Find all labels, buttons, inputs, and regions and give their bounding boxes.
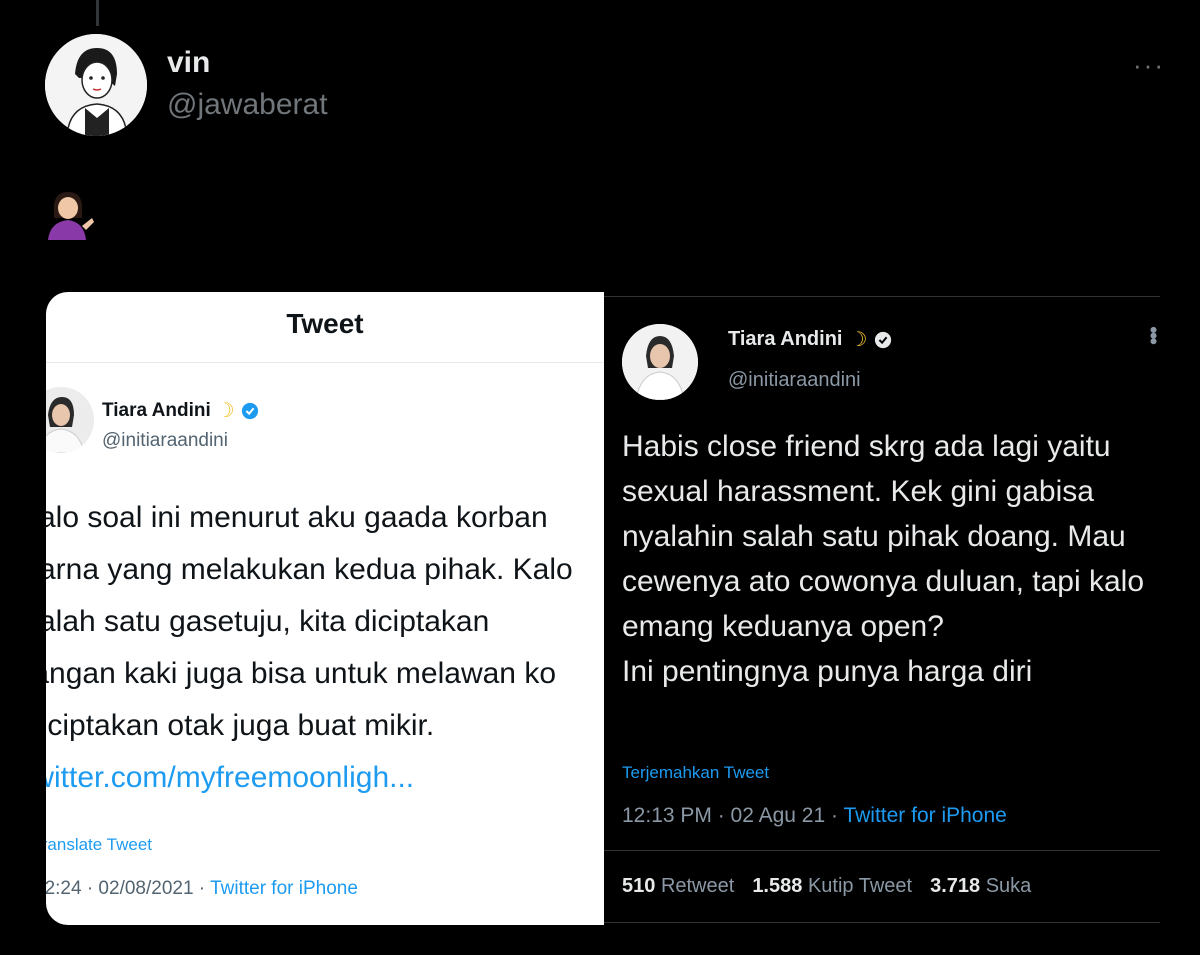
author-handle[interactable]: @jawaberat: [167, 88, 328, 122]
quote-label: Kutip Tweet: [807, 875, 913, 897]
thread-line: [96, 0, 99, 26]
tiara-handle: @initiaraandini: [102, 430, 228, 451]
tweet-body: Habis close friend skrg ada lagi yaitu s…: [622, 424, 1152, 694]
tweet-body-line: kalo soal ini menurut aku gaada korban: [46, 501, 548, 534]
tiara-avatar: [622, 324, 698, 400]
crescent-moon-icon: ☽: [216, 400, 235, 422]
header-divider: [46, 362, 604, 363]
author-avatar[interactable]: [45, 34, 147, 136]
like-stat[interactable]: 3.718 Suka: [930, 875, 1031, 898]
verified-badge-icon: [241, 402, 258, 420]
tweet-body-text-line: Ini pentingnya punya harga diri: [622, 655, 1033, 688]
tweet-body-text: Habis close friend skrg ada lagi yaitu s…: [622, 430, 1145, 643]
tiara-name: Tiara Andini ☽: [728, 328, 892, 351]
tweet-body-line: diciptakan otak juga buat mikir.: [46, 709, 435, 742]
more-options-icon[interactable]: •••: [1140, 326, 1166, 343]
embedded-screenshot-dark[interactable]: Tiara Andini ☽ @initiaraandini ••• Habis…: [604, 296, 1166, 926]
avatar-illustration-icon: [45, 34, 147, 136]
tweet-source-link[interactable]: Twitter for iPhone: [210, 878, 358, 899]
tweet-body-line: karna yang melakukan kedua pihak. Kalo: [46, 553, 573, 586]
like-label: Suka: [985, 875, 1032, 897]
retweet-stat[interactable]: 510 Retweet: [622, 875, 734, 898]
like-count: 3.718: [930, 875, 981, 897]
quote-stat[interactable]: 1.588 Kutip Tweet: [752, 875, 912, 898]
tweet-meta: 12:24 · 02/08/2021 · Twitter for iPhone: [46, 878, 358, 900]
retweet-count: 510: [622, 875, 656, 897]
crescent-moon-icon: ☽: [849, 328, 868, 351]
tweet-timestamp: 12:24 · 02/08/2021 ·: [46, 878, 211, 899]
retweet-label: Retweet: [660, 875, 735, 897]
tweet-link[interactable]: twitter.com/myfreemoonligh...: [46, 752, 604, 804]
tiara-avatar: [46, 387, 94, 453]
top-divider: [604, 296, 1160, 297]
author-name[interactable]: vin: [167, 46, 210, 80]
translate-tweet-link[interactable]: Translate Tweet: [46, 835, 152, 855]
tiara-name-text: Tiara Andini: [728, 328, 843, 350]
more-options-icon[interactable]: ···: [1133, 50, 1165, 81]
tiara-name: Tiara Andini ☽: [102, 400, 259, 422]
embedded-screenshot-light[interactable]: Tweet Tiara Andini ☽ @initiaraandini kal…: [46, 292, 604, 925]
tweet-body-line: salah satu gasetuju, kita diciptakan: [46, 605, 490, 638]
screenshot-header-title: Tweet: [286, 308, 364, 339]
tweet-stats: 510 Retweet 1.588 Kutip Tweet 3.718 Suka: [622, 875, 1031, 898]
bottom-divider: [604, 922, 1160, 923]
tiara-name-text: Tiara Andini: [102, 400, 211, 421]
tweet-body-line: tangan kaki juga bisa untuk melawan ko: [46, 657, 557, 690]
verified-badge-icon: [875, 331, 892, 348]
tiara-handle: @initiaraandini: [728, 369, 861, 391]
tweet-timestamp: 12:13 PM · 02 Agu 21 ·: [622, 804, 844, 827]
tweet-meta: 12:13 PM · 02 Agu 21 · Twitter for iPhon…: [622, 804, 1007, 828]
woman-tipping-hand-emoji-icon: [46, 188, 96, 240]
stats-divider: [604, 850, 1160, 851]
tweet-body: kalo soal ini menurut aku gaada korban k…: [46, 492, 604, 804]
quote-count: 1.588: [752, 875, 803, 897]
translate-tweet-link[interactable]: Terjemahkan Tweet: [622, 763, 769, 783]
tweet-source-link[interactable]: Twitter for iPhone: [843, 804, 1006, 827]
